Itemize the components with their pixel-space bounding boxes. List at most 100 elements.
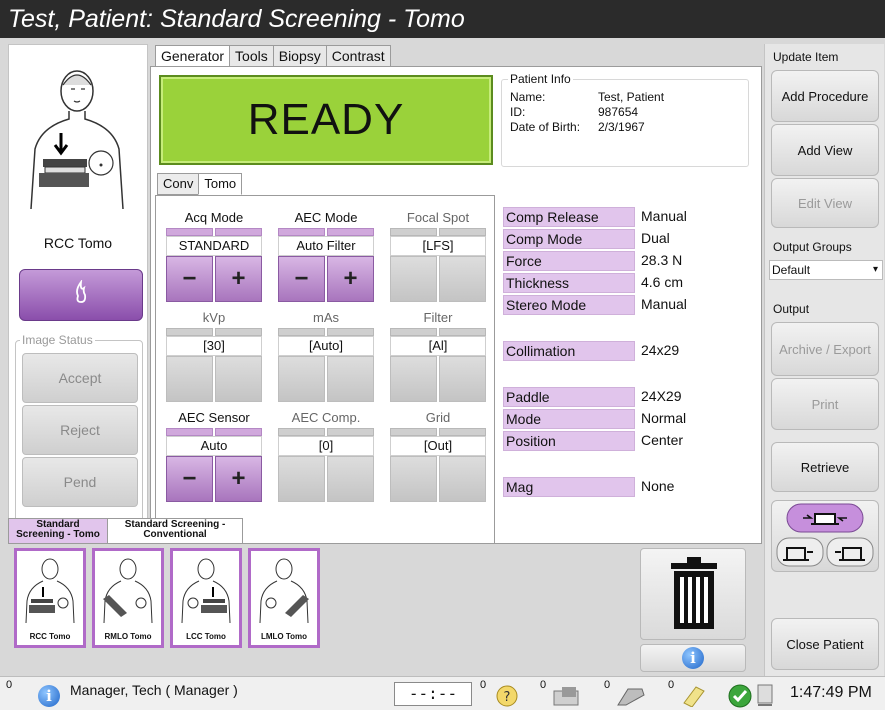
tab-conv[interactable]: Conv [157,173,200,195]
name-label: Name: [510,90,546,104]
add-procedure-button[interactable]: Add Procedure [771,70,879,122]
grid-minus-button [390,456,437,502]
output-groups-select[interactable]: Default ▾ [769,260,883,280]
tab-standard-screening-tomo[interactable]: Standard Screening - Tomo [8,518,108,544]
tab-standard-screening-conventional[interactable]: Standard Screening - Conventional [107,518,243,544]
thumbnail-label: LMLO Tomo [260,632,308,641]
aec-sensor-next-bar[interactable] [215,428,262,436]
comp-mode-row: Comp Mode Dual [503,229,670,249]
system-info-icon[interactable]: i [38,685,60,707]
kvp-label: kVp [202,310,226,325]
aec-sensor-prev-bar[interactable] [166,428,213,436]
paddle-row: Paddle 24X29 [503,387,681,407]
force-row: Force 28.3 N [503,251,682,271]
thumbnail-label: RCC Tomo [29,632,71,641]
acq-mode-value: STANDARD [166,236,262,256]
filter-control: Filter [Al] [390,310,486,402]
thickness-row: Thickness 4.6 cm [503,273,683,293]
tab-generator[interactable]: Generator [155,45,231,67]
thumbnail-label: RMLO Tomo [104,632,152,641]
output-groups-value: Default [772,263,811,277]
stereo-mode-row: Stereo Mode Manual [503,295,687,315]
generator-tabs: Generator Tools Biopsy Contrast [155,45,391,67]
paddle-value: 24X29 [641,388,682,404]
aec-mode-prev-bar[interactable] [278,228,325,236]
mode-value: Normal [641,410,687,426]
aec-sensor-value: Auto [166,436,262,456]
paddle-shift-control[interactable] [771,500,879,572]
thumbnail-lcc-tomo[interactable]: LCC Tomo [170,548,242,648]
count-4: 0 [668,679,675,691]
add-view-button[interactable]: Add View [771,124,879,176]
accept-button[interactable]: Accept [22,353,138,403]
aec-sensor-minus-button[interactable]: − [166,456,213,502]
acq-mode-plus-button[interactable]: + [215,256,262,302]
acq-mode-prev-bar[interactable] [166,228,213,236]
retrieve-button[interactable]: Retrieve [771,442,879,492]
focal-spot-control: Focal Spot [LFS] [390,210,486,302]
aec-mode-plus-button[interactable]: + [327,256,374,302]
image-status-label: Image Status [20,333,95,347]
thumbnail-rcc-tomo[interactable]: RCC Tomo [14,548,86,648]
aec-mode-minus-button[interactable]: − [278,256,325,302]
count-1: 0 [480,679,487,691]
network-icon[interactable] [754,683,776,710]
comp-release-row: Comp Release Manual [503,207,687,227]
delete-button[interactable] [640,548,746,640]
gantry-icon[interactable] [614,685,648,710]
svg-text:?: ? [504,690,511,705]
grid-control: Grid [Out] [390,410,486,502]
detector-icon[interactable] [552,685,586,710]
force-value: 28.3 N [641,252,683,268]
flame-icon [73,278,89,310]
help-icon[interactable]: ? [496,685,518,710]
grid-label: Grid [425,410,451,425]
thumbnail-label: LCC Tomo [186,632,226,641]
reject-button[interactable]: Reject [22,405,138,455]
thumbnail-strip: RCC Tomo RMLO Tomo LCC Tomo LMLO Tomo i [8,543,762,673]
thickness-label: Thickness [503,273,635,293]
output-label: Output [773,302,810,316]
tab-tomo[interactable]: Tomo [198,173,243,195]
info-button[interactable]: i [640,644,746,672]
focal-spot-label: Focal Spot [406,210,470,225]
acq-mode-next-bar[interactable] [215,228,262,236]
thumbnail-lmlo-tomo[interactable]: LMLO Tomo [248,548,320,648]
kvp-plus-button [215,356,262,402]
aec-sensor-plus-button[interactable]: + [215,456,262,502]
position-value: Center [641,432,684,448]
patient-id: 987654 [598,105,639,119]
image-status-group: Image Status Accept Reject Pend [15,333,143,548]
tab-contrast[interactable]: Contrast [325,45,391,67]
expose-button[interactable] [19,269,143,321]
dob-label: Date of Birth: [510,120,581,134]
close-patient-button[interactable]: Close Patient [771,618,879,670]
thumbnail-rmlo-tomo[interactable]: RMLO Tomo [92,548,164,648]
clock: 1:47:49 PM [790,684,872,701]
print-button[interactable]: Print [771,378,879,430]
generator-panel: READY Patient Info Name: Test, Patient ID… [150,66,762,552]
position-row: Position Center [503,431,683,451]
acq-mode-minus-button[interactable]: − [166,256,213,302]
aec-mode-next-bar[interactable] [327,228,374,236]
archive-export-button[interactable]: Archive / Export [771,322,879,376]
notes-icon[interactable] [682,685,706,710]
action-panel: Update Item Add Procedure Add View Edit … [764,44,884,676]
focal-spot-minus-button [390,256,437,302]
count-3: 0 [604,679,611,691]
pend-button[interactable]: Pend [22,457,138,507]
position-label: Position [503,431,635,451]
mode-row: Mode Normal [503,409,686,429]
edit-view-button[interactable]: Edit View [771,178,879,228]
view-name: RCC Tomo [43,235,113,251]
grid-value: [Out] [390,436,486,456]
check-status-icon[interactable] [728,684,752,710]
status-bar: 0 i Manager, Tech ( Manager ) --:-- 0 ? … [0,676,885,710]
kvp-value: [30] [166,336,262,356]
tab-biopsy[interactable]: Biopsy [272,45,327,67]
aec-sensor-label: AEC Sensor [178,410,250,425]
tab-tools[interactable]: Tools [229,45,274,67]
current-user[interactable]: Manager, Tech ( Manager ) [70,682,238,698]
aec-comp-minus-button [278,456,325,502]
mas-control: mAs [Auto] [278,310,374,402]
